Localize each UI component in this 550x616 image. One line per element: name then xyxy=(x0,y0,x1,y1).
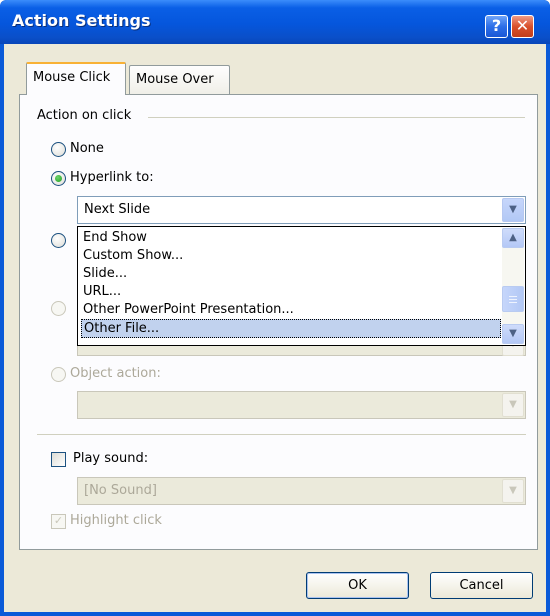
object-action-dropdown: ▼ xyxy=(77,391,526,419)
list-item-selected[interactable]: Other File... xyxy=(81,319,501,338)
help-button[interactable]: ? xyxy=(485,15,508,38)
radio-object-action xyxy=(51,367,66,382)
radio-run-macro xyxy=(51,301,66,316)
radio-none[interactable] xyxy=(51,142,66,157)
list-item[interactable]: Other PowerPoint Presentation... xyxy=(81,301,501,318)
hyperlink-dropdown-list[interactable]: End Show Custom Show... Slide... URL... … xyxy=(77,226,526,346)
list-scrollbar[interactable]: ▲ ▼ xyxy=(502,228,524,344)
chevron-down-icon[interactable]: ▼ xyxy=(502,198,524,222)
sound-dropdown-value: [No Sound] xyxy=(84,483,157,498)
scrollbar-thumb[interactable] xyxy=(502,286,524,312)
group-label-action-on-click: Action on click xyxy=(37,108,136,123)
radio-selected-dot xyxy=(55,175,62,182)
list-item[interactable]: End Show xyxy=(81,229,501,246)
hyperlink-dropdown[interactable]: Next Slide ▼ xyxy=(77,196,526,224)
list-item[interactable]: URL... xyxy=(81,283,501,300)
radio-object-action-label: Object action: xyxy=(70,366,161,381)
grip-line xyxy=(509,299,517,300)
chevron-down-icon: ▼ xyxy=(502,479,524,503)
play-sound-checkbox[interactable] xyxy=(51,452,66,467)
chevron-up-icon[interactable]: ▲ xyxy=(502,228,524,248)
section-separator xyxy=(37,434,526,435)
highlight-click-checkbox: ✓ xyxy=(51,514,66,529)
tab-mouse-click[interactable]: Mouse Click xyxy=(26,62,126,95)
hyperlink-dropdown-value: Next Slide xyxy=(84,202,151,217)
list-item[interactable]: Slide... xyxy=(81,265,501,282)
grip-line xyxy=(509,302,517,303)
radio-hyperlink[interactable] xyxy=(51,171,66,186)
cancel-button[interactable]: Cancel xyxy=(430,572,533,599)
radio-none-label[interactable]: None xyxy=(70,141,104,156)
highlight-click-label: Highlight click xyxy=(70,513,162,528)
group-divider xyxy=(148,117,525,118)
play-sound-label[interactable]: Play sound: xyxy=(73,451,148,466)
radio-hyperlink-label[interactable]: Hyperlink to: xyxy=(70,170,154,185)
chevron-down-icon: ▼ xyxy=(502,393,524,417)
ok-button[interactable]: OK xyxy=(306,572,409,599)
grip-line xyxy=(509,296,517,297)
radio-run-program[interactable] xyxy=(51,233,66,248)
close-button[interactable]: ✕ xyxy=(511,15,534,38)
dialog-title: Action Settings xyxy=(12,11,151,30)
list-item[interactable]: Custom Show... xyxy=(81,247,501,264)
tab-mouse-over[interactable]: Mouse Over xyxy=(129,65,230,94)
title-bar[interactable]: Action Settings ? ✕ xyxy=(0,0,550,44)
chevron-down-icon[interactable]: ▼ xyxy=(502,324,524,344)
sound-dropdown: [No Sound] ▼ xyxy=(77,477,526,505)
